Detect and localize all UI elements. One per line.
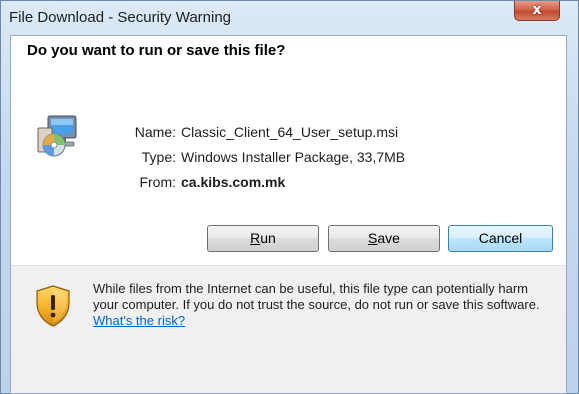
risk-link[interactable]: What's the risk? [93,313,185,328]
name-label: Name: [134,124,176,140]
type-label: Type: [141,149,176,165]
save-label-rest: ave [377,230,400,246]
run-accesskey: R [250,230,261,246]
security-shield-icon [36,285,70,327]
save-button[interactable]: Save [328,225,440,252]
dialog-body: Do you want to run or save this file? Na… [10,35,567,394]
dialog-heading: Do you want to run or save this file? [27,42,286,59]
close-icon: x [532,2,542,18]
warning-footer: While files from the Internet can be use… [11,266,566,393]
warning-text: While files from the Internet can be use… [93,281,540,312]
save-accesskey: S [368,230,378,246]
run-button[interactable]: Run [207,225,319,252]
cancel-label: Cancel [478,230,523,246]
file-source-value: ca.kibs.com.mk [181,174,286,190]
close-button[interactable]: x [514,1,560,21]
from-label: From: [139,174,176,190]
window-title: File Download - Security Warning [9,9,232,26]
warning-message: While files from the Internet can be use… [93,281,553,329]
file-type-value: Windows Installer Package, 33,7MB [181,149,406,165]
run-label-rest: un [260,230,276,246]
title-bar[interactable]: File Download - Security Warning x [1,1,578,35]
file-name-value: Classic_Client_64_User_setup.msi [181,124,399,140]
cancel-button[interactable]: Cancel [448,225,553,252]
